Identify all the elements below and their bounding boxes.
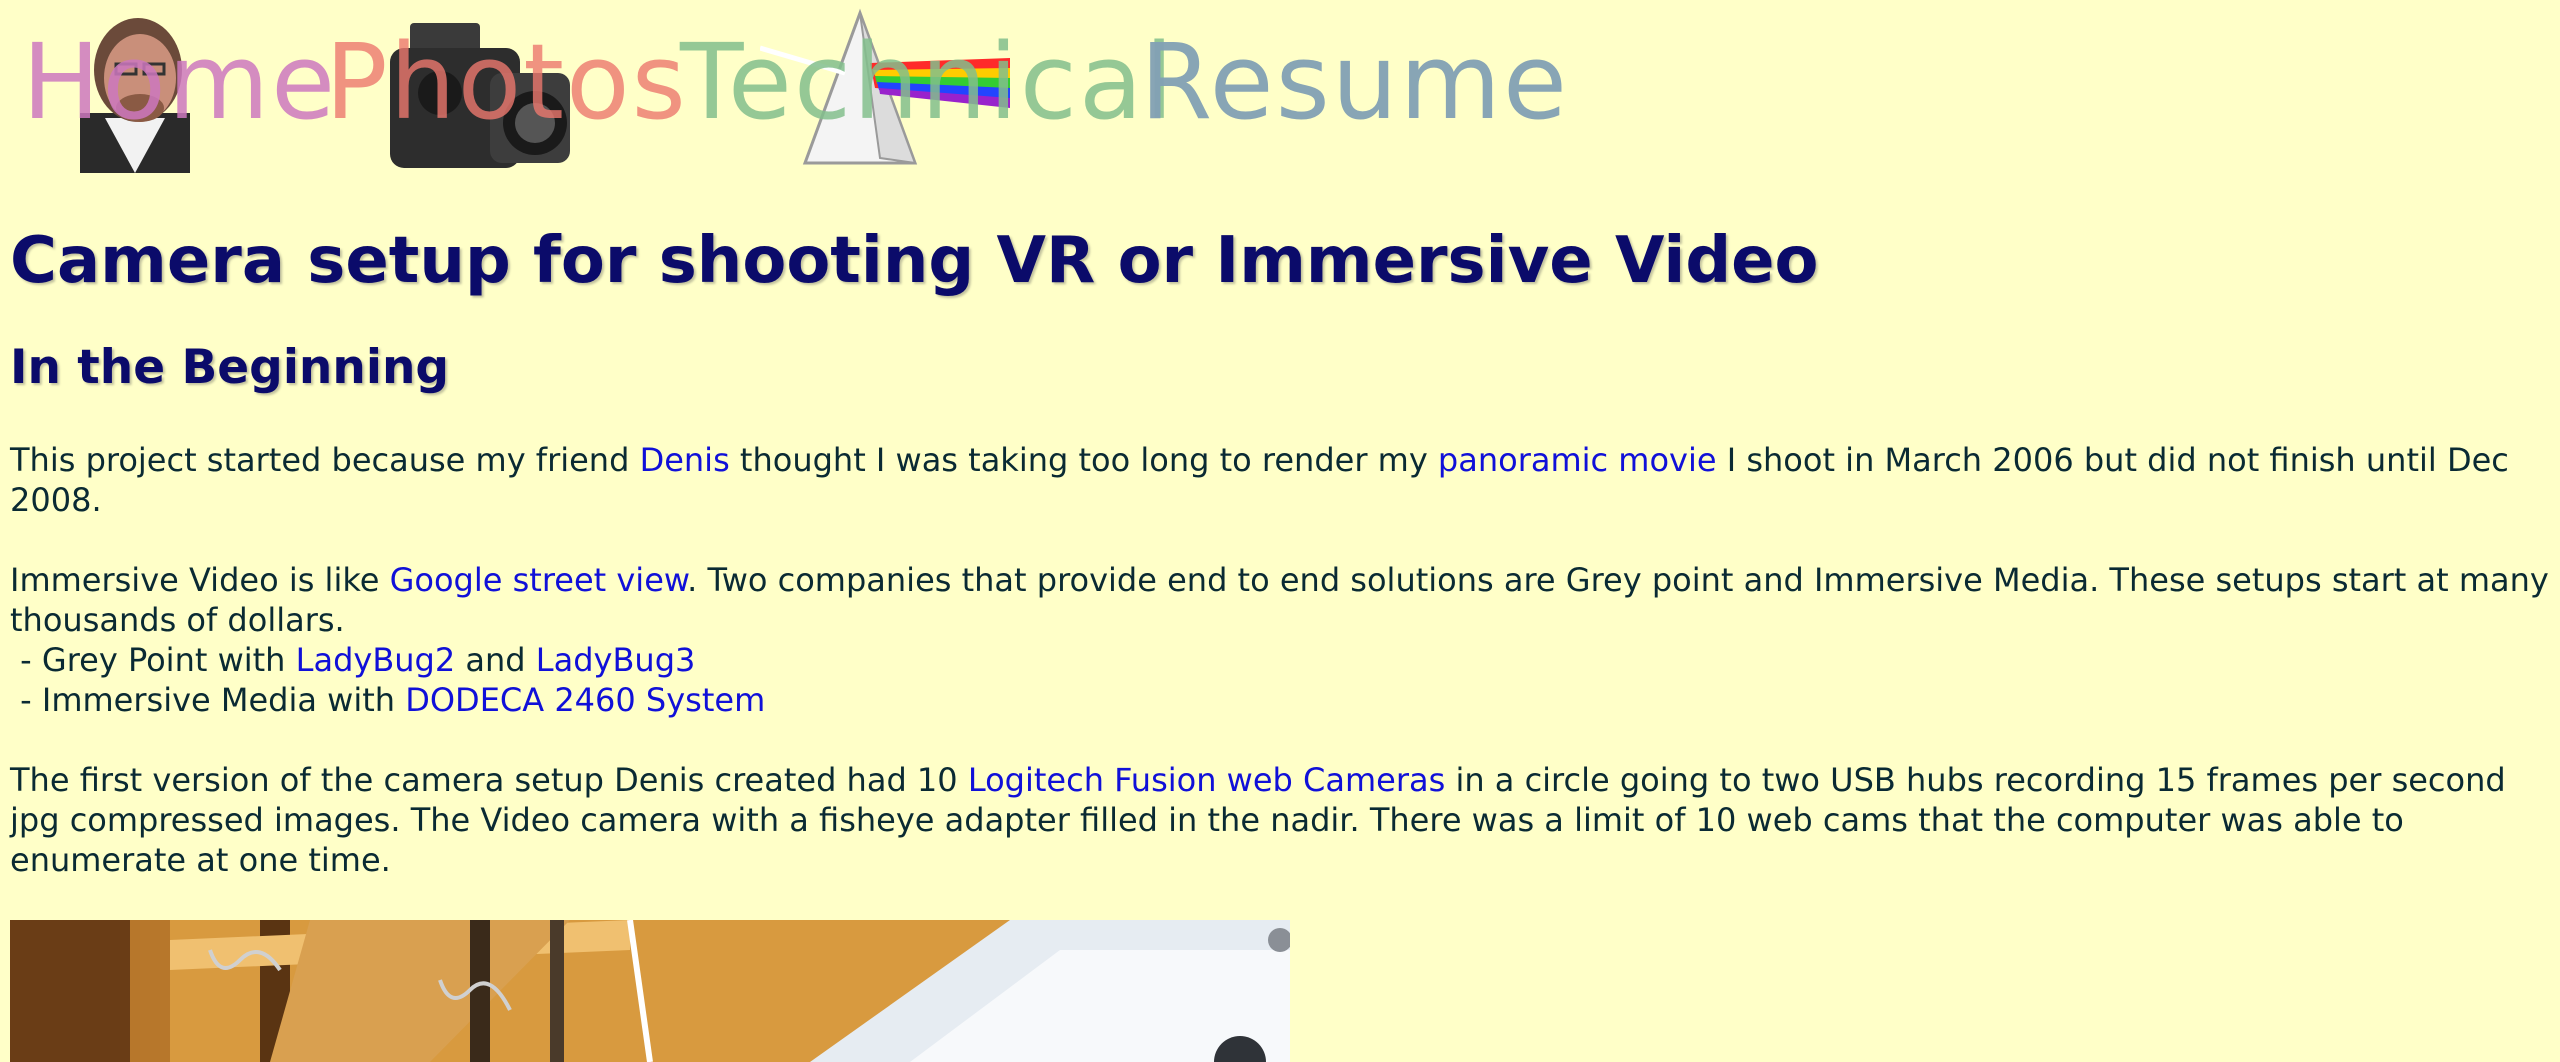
google-street-view-link[interactable]: Google street view: [390, 561, 688, 599]
panoramic-movie-link[interactable]: panoramic movie: [1438, 441, 1717, 479]
dodeca-link[interactable]: DODECA 2460 System: [405, 681, 765, 719]
camera-rig-image: [10, 920, 1290, 1062]
text: The first version of the camera setup De…: [10, 761, 968, 799]
article-body: This project started because my friend D…: [10, 440, 2550, 920]
page-title: Camera setup for shooting VR or Immersiv…: [10, 224, 1819, 298]
nav-home-link[interactable]: Home: [10, 8, 335, 173]
nav-home-label: Home: [22, 21, 338, 143]
logitech-link[interactable]: Logitech Fusion web Cameras: [968, 761, 1445, 799]
section-title: In the Beginning: [10, 340, 450, 395]
nav-resume-link[interactable]: Resume: [1140, 8, 1567, 173]
text: - Grey Point with: [10, 641, 296, 679]
text: - Immersive Media with: [10, 681, 406, 719]
nav-technical-link[interactable]: Technical: [680, 8, 1174, 173]
ladybug2-link[interactable]: LadyBug2: [296, 641, 456, 679]
nav-photos-label: Photos: [325, 21, 688, 143]
nav-photos-link[interactable]: Photos: [325, 8, 686, 173]
text: This project started because my friend: [10, 441, 640, 479]
text: thought I was taking too long to render …: [729, 441, 1438, 479]
paragraph-immersive: Immersive Video is like Google street vi…: [10, 560, 2550, 720]
paragraph-intro: This project started because my friend D…: [10, 440, 2550, 520]
text: Immersive Video is like: [10, 561, 390, 599]
denis-link[interactable]: Denis: [640, 441, 730, 479]
nav-banner: Home Photos Technical Resume: [10, 8, 1567, 173]
paragraph-first-version: The first version of the camera setup De…: [10, 760, 2550, 880]
nav-technical-label: Technical: [680, 21, 1176, 143]
camera-rig-photo: [10, 920, 1290, 1062]
nav-resume-label: Resume: [1140, 21, 1569, 143]
ladybug3-link[interactable]: LadyBug3: [536, 641, 696, 679]
text: and: [455, 641, 536, 679]
